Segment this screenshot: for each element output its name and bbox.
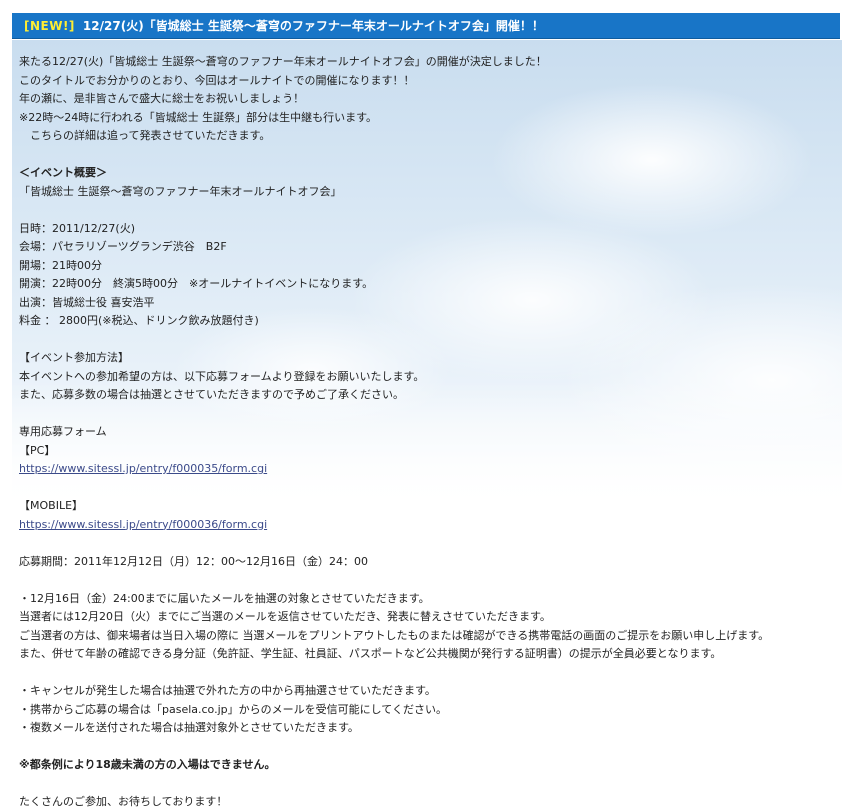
event-doors: 開場：21時00分	[19, 258, 102, 272]
overview-heading: ＜イベント概要＞	[19, 166, 107, 179]
mobile-form-link[interactable]: https://www.sitessl.jp/entry/f000036/for…	[19, 518, 267, 531]
application-period: 応募期間：2011年12月12日（月）12：00～12月16日（金）24：00	[19, 554, 368, 568]
event-name: 「皆城総士 生誕祭～蒼穹のファフナー年末オールナイトオフ会」	[19, 184, 342, 198]
intro-line: このタイトルでお分かりのとおり、今回はオールナイトでの開催になります！！	[19, 73, 415, 87]
event-venue: 会場：パセラリゾーツグランデ渋谷 B2F	[19, 240, 227, 253]
closing-message: たくさんのご参加、お待ちしております！	[19, 795, 228, 808]
news-title: 12/27(火)「皆城総士 生誕祭～蒼穹のファフナー年末オールナイトオフ会」開催…	[82, 19, 544, 33]
participation-line: 本イベントへの参加希望の方は、以下応募フォームより登録をお願いいたします。	[19, 369, 425, 383]
note-line: ・携帯からご応募の場合は「pasela.co.jp」からのメールを受信可能にして…	[19, 702, 447, 716]
note-line: ・キャンセルが発生した場合は抽選で外れた方の中から再抽選させていただきます。	[19, 684, 436, 697]
note-line: ご当選者の方は、御来場者は当日入場の際に 当選メールをプリントアウトしたものまた…	[19, 628, 770, 642]
intro-line: こちらの詳細は追って発表させていただきます。	[19, 129, 271, 142]
event-cast: 出演：皆城総士役 喜安浩平	[19, 295, 155, 309]
pc-form-link[interactable]: https://www.sitessl.jp/entry/f000035/for…	[19, 462, 267, 475]
event-date: 日時：2011/12/27(火)	[19, 221, 135, 235]
new-badge: [NEW!]	[24, 18, 75, 33]
note-line: 当選者には12月20日（火）までにご当選のメールを返信させていただき、発表に替え…	[19, 610, 551, 623]
intro-line: 来たる12/27(火)「皆城総士 生誕祭～蒼穹のファフナー年末オールナイトオフ会…	[19, 55, 547, 68]
news-header-bar: [NEW!] 12/27(火)「皆城総士 生誕祭～蒼穹のファフナー年末オールナイ…	[12, 13, 840, 39]
mobile-label: 【MOBILE】	[19, 499, 84, 512]
participation-heading: 【イベント参加方法】	[19, 351, 129, 364]
note-line: ・複数メールを送付された場合は抽選対象外とさせていただきます。	[19, 721, 359, 734]
form-label: 専用応募フォーム	[19, 425, 107, 438]
note-line: ・12月16日（金）24:00までに届いたメールを抽選の対象とさせていただきます…	[19, 591, 430, 605]
pc-label: 【PC】	[19, 443, 56, 457]
intro-line: 年の瀬に、是非皆さんで盛大に総士をお祝いしましょう！	[19, 92, 305, 105]
note-line: また、併せて年齢の確認できる身分証（免許証、学生証、社員証、パスポートなど公共機…	[19, 647, 722, 660]
age-restriction-warning: ※都条例により18歳未満の方の入場はできません。	[19, 758, 276, 771]
event-showtime: 開演：22時00分 終演5時00分 ※オールナイトイベントになります。	[19, 277, 374, 290]
article-body: 来たる12/27(火)「皆城総士 生誕祭～蒼穹のファフナー年末オールナイトオフ会…	[19, 53, 839, 812]
event-price: 料金 ： 2800円(※税込、ドリンク飲み放題付き)	[19, 314, 259, 327]
participation-line: また、応募多数の場合は抽選とさせていただきますので予めご了承ください。	[19, 388, 404, 401]
intro-line: ※22時～24時に行われる「皆城総士 生誕祭」部分は生中継も行います。	[19, 110, 378, 124]
